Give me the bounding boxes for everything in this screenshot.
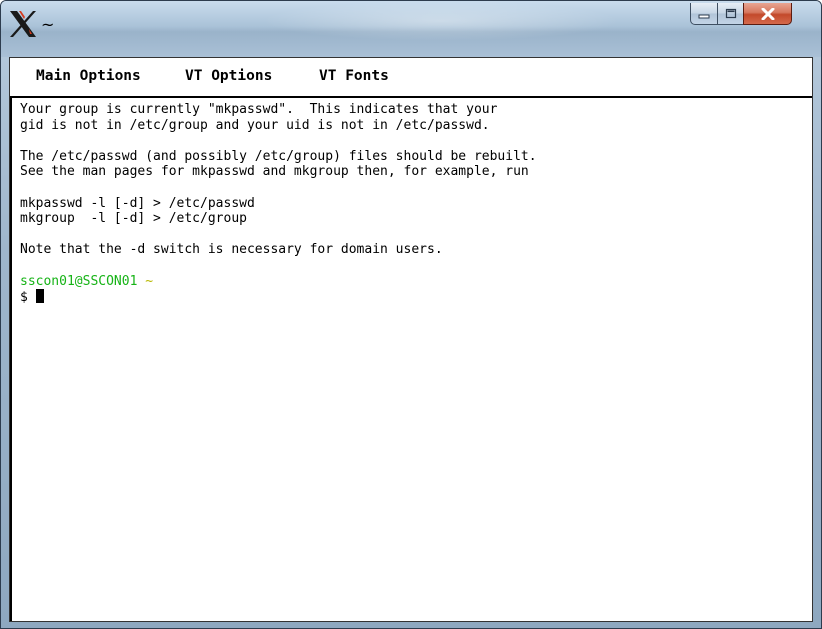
terminal-line: See the man pages for mkpasswd and mkgro… <box>20 164 529 180</box>
command-line[interactable]: $ <box>20 289 812 305</box>
client-area: Main Options VT Options VT Fonts Your gr… <box>9 57 813 622</box>
terminal-line: mkpasswd -l [-d] > /etc/passwd <box>20 195 255 211</box>
text-cursor <box>35 289 44 304</box>
x-logo-icon <box>10 11 36 37</box>
maximize-icon <box>725 8 736 19</box>
terminal-line: mkgroup -l [-d] > /etc/group <box>20 211 247 227</box>
prompt-path: ~ <box>145 273 154 289</box>
prompt-symbol: $ <box>20 290 36 306</box>
maximize-button[interactable] <box>717 3 744 25</box>
prompt-line: sscon01@SSCON01 ~ <box>20 274 812 290</box>
minimize-icon <box>698 14 710 18</box>
menu-main-options[interactable]: Main Options <box>36 68 141 84</box>
close-button[interactable] <box>743 3 792 25</box>
terminal-line: The /etc/passwd (and possibly /etc/group… <box>20 148 537 164</box>
terminal-line: Your group is currently "mkpasswd". This… <box>20 102 498 117</box>
terminal-line: gid is not in /etc/group and your uid is… <box>20 117 490 133</box>
xterm-window: ~ Main Options VT Options VT Fonts Your … <box>0 0 822 629</box>
close-icon <box>761 7 774 20</box>
menu-vt-options[interactable]: VT Options <box>185 68 272 84</box>
menu-bar: Main Options VT Options VT Fonts <box>10 58 812 98</box>
terminal-line: Note that the -d switch is necessary for… <box>20 242 443 258</box>
title-bar[interactable]: ~ <box>1 1 821 57</box>
prompt-user-host: sscon01@SSCON01 <box>20 273 138 289</box>
menu-vt-fonts[interactable]: VT Fonts <box>319 68 389 84</box>
minimize-button[interactable] <box>690 3 718 25</box>
window-title: ~ <box>41 15 55 34</box>
terminal-output[interactable]: Your group is currently "mkpasswd". This… <box>10 98 812 621</box>
